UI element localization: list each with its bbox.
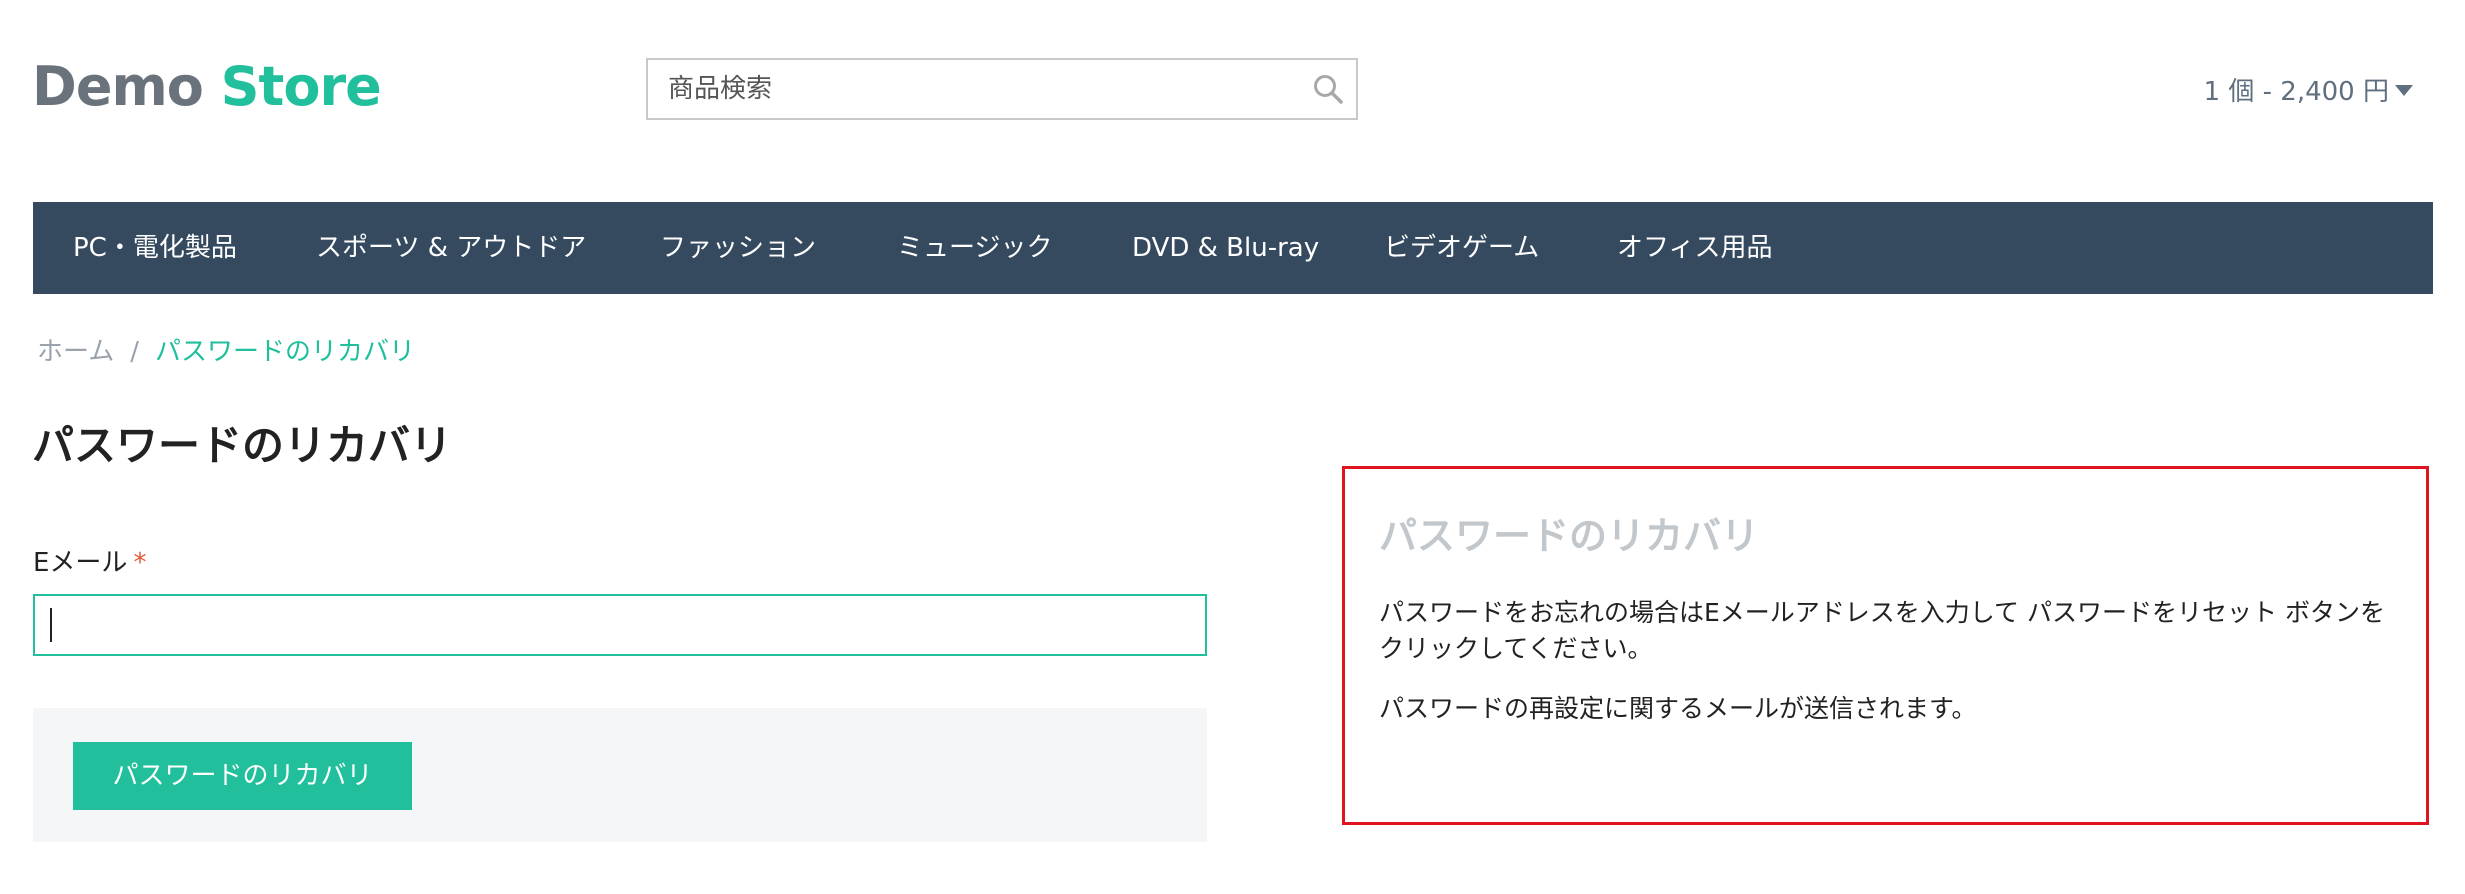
required-mark: * bbox=[133, 548, 147, 578]
info-paragraph-email-notice: パスワードの再設定に関するメールが送信されます。 bbox=[1379, 694, 1977, 723]
logo-text-store: Store bbox=[220, 55, 382, 118]
nav-item-fashion[interactable]: ファッション bbox=[660, 202, 816, 294]
nav-item-sports-outdoor[interactable]: スポーツ & アウトドア bbox=[316, 202, 586, 294]
search-input[interactable] bbox=[668, 60, 1288, 118]
form-actions: パスワードのリカバリ bbox=[33, 708, 1207, 842]
email-field[interactable] bbox=[33, 594, 1207, 656]
email-label: Eメール * bbox=[33, 545, 146, 581]
cart-summary-text: 1 個 - 2,400 円 bbox=[2203, 77, 2389, 107]
nav-item-office[interactable]: オフィス用品 bbox=[1617, 202, 1772, 294]
breadcrumb-current: パスワードのリカバリ bbox=[155, 337, 416, 367]
text-cursor bbox=[50, 608, 52, 642]
info-paragraph-instructions: パスワードをお忘れの場合はEメールアドレスを入力して パスワードをリセット ボタ… bbox=[1379, 598, 2385, 663]
nav-item-video-games[interactable]: ビデオゲーム bbox=[1384, 202, 1539, 294]
info-panel: パスワードのリカバリ パスワードをお忘れの場合はEメールアドレスを入力して パス… bbox=[1342, 466, 2429, 825]
store-logo[interactable]: Demo Store bbox=[32, 52, 382, 122]
breadcrumb: ホーム / パスワードのリカバリ bbox=[37, 332, 415, 372]
logo-text-demo: Demo bbox=[32, 55, 204, 118]
recover-password-button[interactable]: パスワードのリカバリ bbox=[73, 742, 412, 810]
nav-item-music[interactable]: ミュージック bbox=[897, 202, 1052, 294]
breadcrumb-home-link[interactable]: ホーム bbox=[37, 337, 114, 367]
nav-item-dvd-bluray[interactable]: DVD & Blu-ray bbox=[1132, 202, 1319, 294]
search-box bbox=[646, 58, 1358, 120]
category-nav: PC・電化製品 スポーツ & アウトドア ファッション ミュージック DVD &… bbox=[33, 202, 2433, 294]
nav-item-pc-electronics[interactable]: PC・電化製品 bbox=[73, 202, 237, 294]
email-label-text: Eメール bbox=[33, 548, 128, 578]
search-icon[interactable] bbox=[1312, 73, 1344, 105]
page-title: パスワードのリカバリ bbox=[32, 421, 453, 470]
cart-summary-dropdown[interactable]: 1 個 - 2,400 円 bbox=[2204, 72, 2413, 112]
info-title: パスワードのリカバリ bbox=[1379, 514, 1760, 558]
breadcrumb-separator: / bbox=[130, 337, 139, 367]
caret-down-icon bbox=[2395, 85, 2413, 96]
